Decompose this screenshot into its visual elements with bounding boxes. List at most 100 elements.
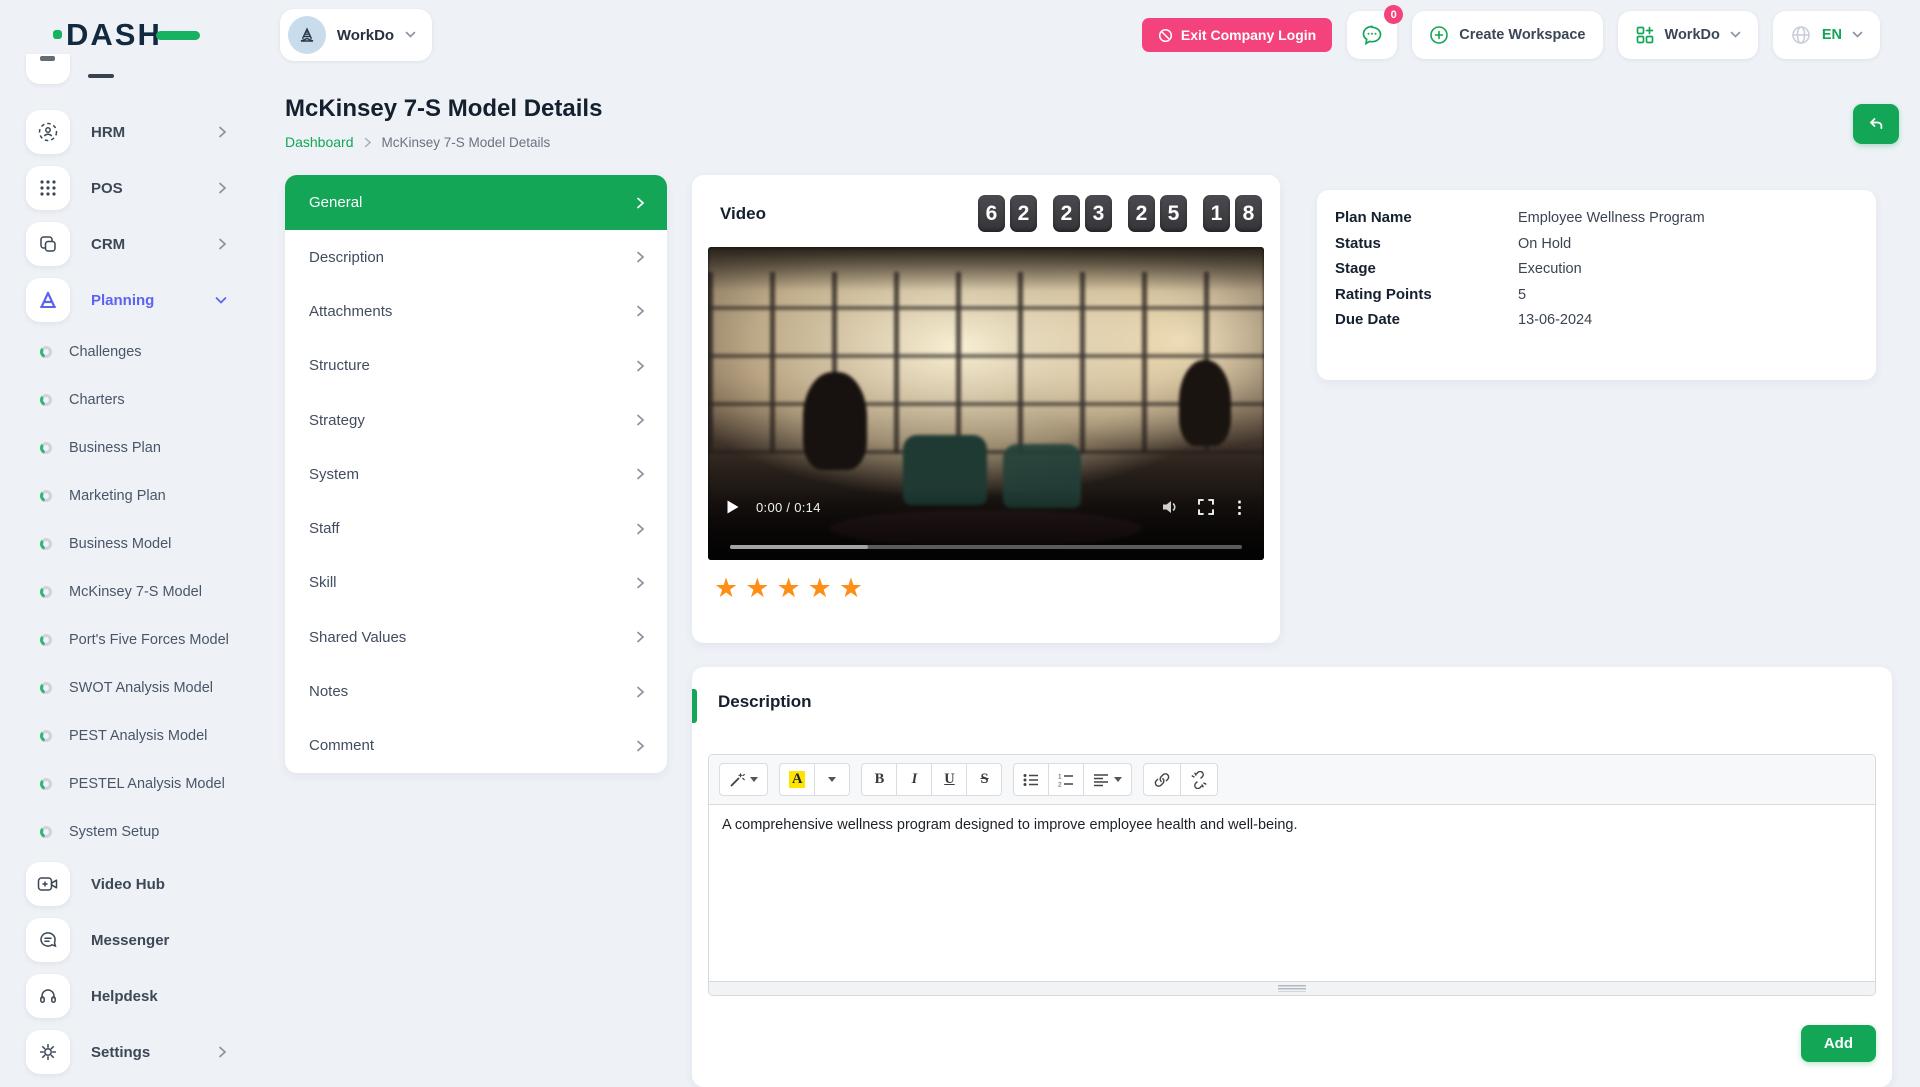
tab-general[interactable]: General xyxy=(285,175,667,230)
crm-icon xyxy=(26,222,70,266)
sidebar-item-video-hub[interactable]: Video Hub xyxy=(0,856,255,912)
video-progress-bar[interactable] xyxy=(730,545,1242,549)
description-editor-content[interactable]: A comprehensive wellness program designe… xyxy=(709,805,1875,981)
chat-bubble-icon xyxy=(1360,23,1384,47)
exit-company-login-button[interactable]: Exit Company Login xyxy=(1142,18,1332,52)
globe-icon xyxy=(1790,24,1812,46)
chevron-right-icon xyxy=(636,523,645,535)
tab-skill[interactable]: Skill xyxy=(285,556,667,610)
workspace-avatar xyxy=(288,16,326,54)
insert-link-button[interactable] xyxy=(1143,763,1181,796)
tab-label: Description xyxy=(309,249,384,266)
sidebar-item-charters[interactable]: Charters xyxy=(0,376,255,424)
play-button[interactable] xyxy=(726,499,740,515)
tab-staff[interactable]: Staff xyxy=(285,501,667,555)
sidebar-item-crm[interactable]: CRM xyxy=(0,216,255,272)
style-magic-button[interactable] xyxy=(719,763,768,796)
sidebar-item-system-setup[interactable]: System Setup xyxy=(0,808,255,856)
unlink-icon xyxy=(1190,771,1208,789)
sidebar-item-business-plan[interactable]: Business Plan xyxy=(0,424,255,472)
sidebar-item-pestel-analysis-model[interactable]: PESTEL Analysis Model xyxy=(0,760,255,808)
sidebar-item-pos[interactable]: POS xyxy=(0,160,255,216)
detail-value: On Hold xyxy=(1518,236,1571,252)
workspace-pill[interactable]: WorkDo xyxy=(280,9,432,61)
sidebar-item-challenges[interactable]: Challenges xyxy=(0,328,255,376)
language-selector[interactable]: EN xyxy=(1773,11,1880,59)
star-icon[interactable]: ★ xyxy=(714,575,738,602)
star-icon[interactable]: ★ xyxy=(808,575,832,602)
fullscreen-button[interactable] xyxy=(1197,498,1215,516)
tab-label: Skill xyxy=(309,574,337,591)
sidebar: HRM POS CRM Planning Challenges C xyxy=(0,70,255,1080)
breadcrumb-dashboard-link[interactable]: Dashboard xyxy=(285,134,354,150)
video-menu-button[interactable]: ⋮ xyxy=(1231,499,1248,516)
sidebar-subitem-label: Business Model xyxy=(69,536,171,552)
caret-down-icon xyxy=(828,777,836,782)
editor-resize-handle[interactable] xyxy=(709,981,1875,995)
messages-button[interactable]: 0 xyxy=(1347,11,1397,59)
star-icon[interactable]: ★ xyxy=(745,575,769,602)
detail-row-due-date: Due Date13-06-2024 xyxy=(1335,311,1858,328)
create-workspace-button[interactable]: Create Workspace xyxy=(1412,11,1602,59)
unordered-list-button[interactable] xyxy=(1013,763,1049,796)
detail-value: Employee Wellness Program xyxy=(1518,210,1705,226)
sidebar-item-ports-five-forces-model[interactable]: Port's Five Forces Model xyxy=(0,616,255,664)
sidebar-item-settings[interactable]: Settings xyxy=(0,1024,255,1080)
sidebar-item-marketing-plan[interactable]: Marketing Plan xyxy=(0,472,255,520)
tab-shared-values[interactable]: Shared Values xyxy=(285,610,667,664)
sidebar-item-pest-analysis-model[interactable]: PEST Analysis Model xyxy=(0,712,255,760)
chevron-right-icon xyxy=(636,468,645,480)
back-button[interactable] xyxy=(1853,104,1899,144)
star-icon[interactable]: ★ xyxy=(839,575,863,602)
volume-button[interactable] xyxy=(1161,498,1181,516)
headset-icon xyxy=(26,974,70,1018)
video-player[interactable]: 0:00 / 0:14 ⋮ xyxy=(708,247,1264,560)
svg-text:1: 1 xyxy=(1058,773,1062,780)
font-color-dropdown[interactable] xyxy=(814,763,850,796)
sidebar-subitem-label: PESTEL Analysis Model xyxy=(69,776,225,792)
sidebar-item-helpdesk[interactable]: Helpdesk xyxy=(0,968,255,1024)
tab-notes[interactable]: Notes xyxy=(285,664,667,718)
star-icon[interactable]: ★ xyxy=(776,575,800,602)
planning-icon xyxy=(26,278,70,322)
bullet-donut-icon xyxy=(40,346,52,358)
sidebar-item-swot-analysis-model[interactable]: SWOT Analysis Model xyxy=(0,664,255,712)
unlink-button[interactable] xyxy=(1180,763,1218,796)
sidebar-partial-label-fragment xyxy=(88,74,114,78)
sidebar-item-business-model[interactable]: Business Model xyxy=(0,520,255,568)
workspace-switcher[interactable]: WorkDo xyxy=(1618,11,1758,59)
pos-icon xyxy=(26,166,70,210)
sidebar-subitem-label: McKinsey 7-S Model xyxy=(69,584,202,600)
tab-system[interactable]: System xyxy=(285,447,667,501)
underline-button[interactable]: U xyxy=(931,763,967,796)
ordered-list-button[interactable]: 12 xyxy=(1048,763,1084,796)
caret-down-icon xyxy=(750,777,758,782)
tab-label: Strategy xyxy=(309,412,365,429)
hrm-icon xyxy=(26,110,70,154)
bold-button[interactable]: B xyxy=(861,763,897,796)
sidebar-item-hrm[interactable]: HRM xyxy=(0,104,255,160)
strikethrough-button[interactable]: S xyxy=(966,763,1002,796)
sidebar-item-label: POS xyxy=(91,180,123,197)
font-color-button[interactable]: A xyxy=(779,763,815,796)
tab-attachments[interactable]: Attachments xyxy=(285,284,667,338)
countdown-clock: 62 23 25 18 xyxy=(978,195,1262,232)
tab-label: Notes xyxy=(309,683,348,700)
tab-comment[interactable]: Comment xyxy=(285,719,667,773)
sidebar-subitem-label: Business Plan xyxy=(69,440,161,456)
sidebar-item-mckinsey-7s-model[interactable]: McKinsey 7-S Model xyxy=(0,568,255,616)
bullet-donut-icon xyxy=(40,586,52,598)
section-menu-card: General Description Attachments Structur… xyxy=(285,175,667,773)
paragraph-align-button[interactable] xyxy=(1083,763,1132,796)
top-header: DASH WorkDo Exit Company Login 0 Create … xyxy=(0,0,1920,70)
bullet-donut-icon xyxy=(40,826,52,838)
tab-label: General xyxy=(309,194,362,211)
sidebar-item-planning[interactable]: Planning xyxy=(0,272,255,328)
italic-button[interactable]: I xyxy=(896,763,932,796)
detail-row-status: StatusOn Hold xyxy=(1335,235,1858,252)
tab-structure[interactable]: Structure xyxy=(285,339,667,393)
tab-description[interactable]: Description xyxy=(285,230,667,284)
tab-strategy[interactable]: Strategy xyxy=(285,393,667,447)
add-button[interactable]: Add xyxy=(1801,1025,1876,1062)
sidebar-item-messenger[interactable]: Messenger xyxy=(0,912,255,968)
